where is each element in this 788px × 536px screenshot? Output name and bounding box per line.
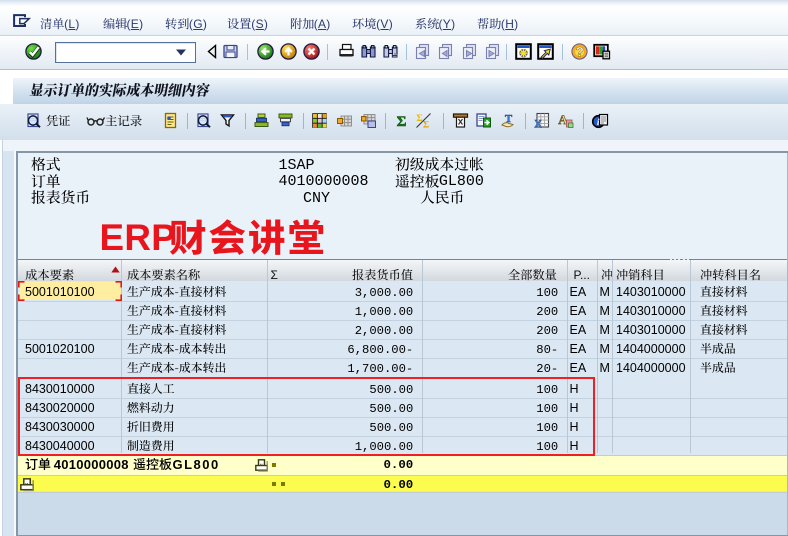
svg-text:Σ: Σ bbox=[423, 121, 429, 131]
svg-text:X: X bbox=[534, 119, 542, 131]
svg-text:i: i bbox=[597, 118, 600, 128]
svg-text:Σ: Σ bbox=[397, 114, 407, 130]
svg-text:?: ? bbox=[576, 45, 584, 60]
